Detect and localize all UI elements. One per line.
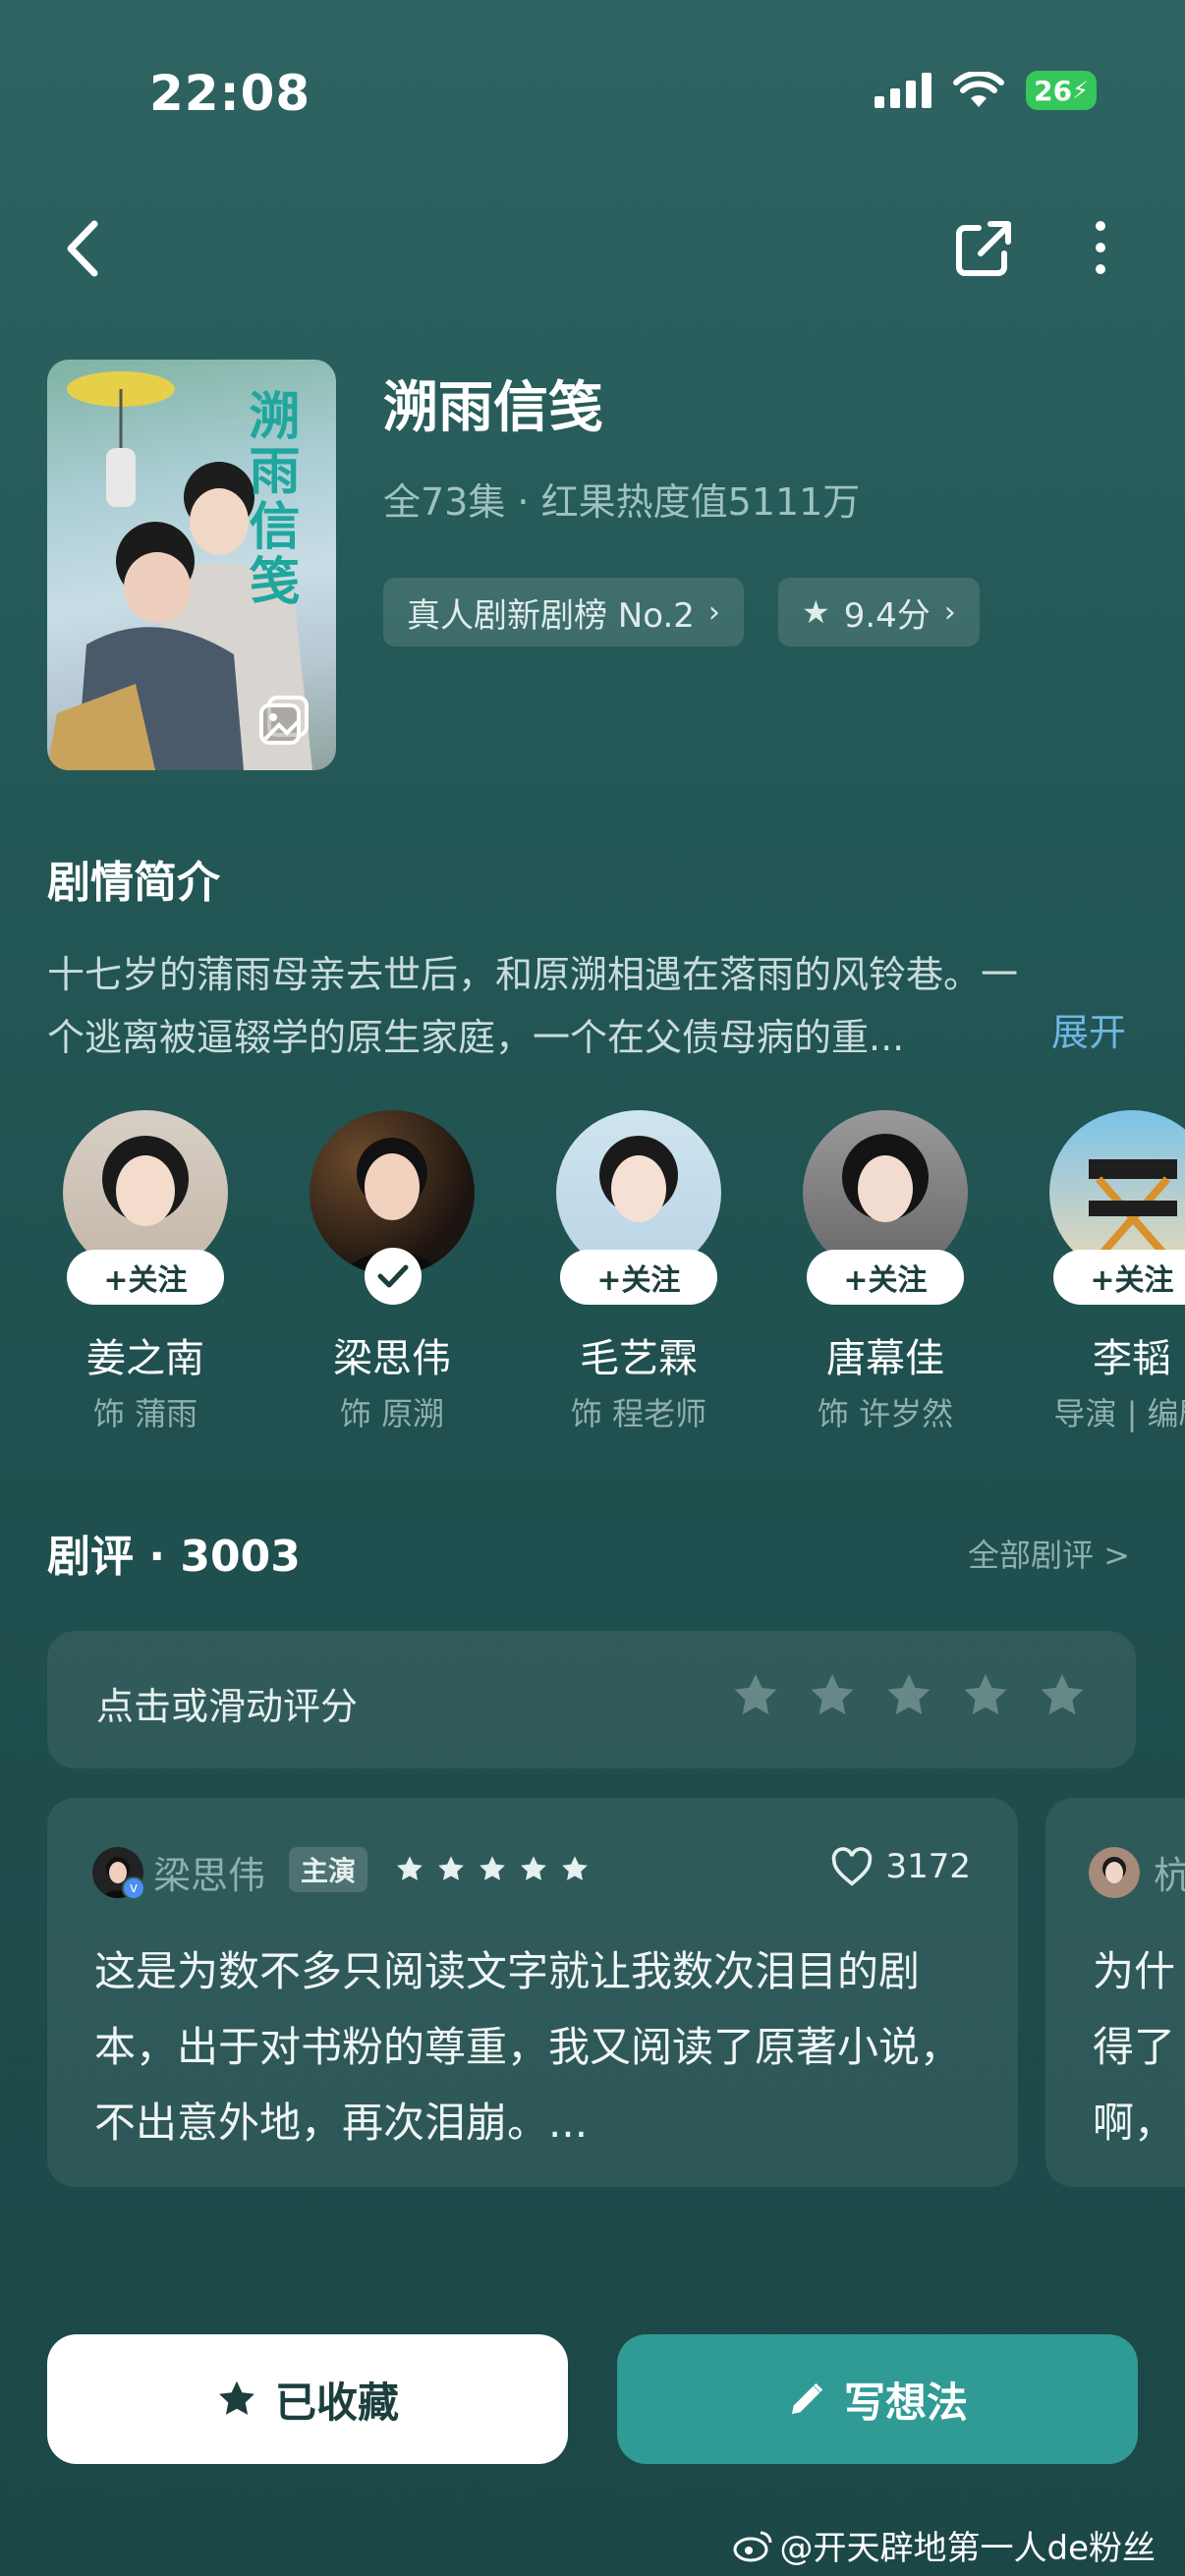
star-icon: [521, 1856, 546, 1880]
score-chip[interactable]: ★ 9.4分 ›: [778, 578, 980, 646]
more-icon[interactable]: [1091, 216, 1110, 279]
like-count: 3172: [885, 1847, 971, 1886]
star-icon: [480, 1856, 505, 1880]
weibo-watermark: @开天辟地第一人de粉丝: [733, 2521, 1157, 2569]
review-rating: [395, 1855, 590, 1883]
pencil-icon: [791, 2382, 823, 2414]
review-card[interactable]: 杭 为什 得了 啊，: [1045, 1798, 1185, 2187]
drama-title: 溯雨信笺: [383, 376, 603, 440]
drama-meta: 全73集 · 红果热度值5111万: [383, 480, 861, 524]
star-icon[interactable]: [731, 1672, 780, 1719]
star-icon[interactable]: [961, 1672, 1010, 1719]
collected-button[interactable]: 已收藏: [47, 2334, 568, 2464]
chevron-right-icon: ›: [943, 594, 956, 630]
cast-role: 饰 原溯: [339, 1395, 445, 1432]
rank-chip-label: 真人剧新剧榜 No.2: [407, 595, 695, 636]
review-text: 这是为数不多只阅读文字就让我数次泪目的剧本，出于对书粉的尊重，我又阅读了原著小说…: [94, 1947, 962, 2147]
synopsis-text: 十七岁的蒲雨母亲去世后，和原溯相遇在落雨的风铃巷。一个逃离被逼辍学的原生家庭，一…: [47, 953, 1019, 1059]
star-icon[interactable]: [808, 1672, 857, 1719]
write-thought-label: 写想法: [843, 2378, 968, 2427]
gallery-icon[interactable]: [257, 694, 310, 747]
follow-button[interactable]: +关注: [67, 1250, 224, 1305]
reviewer-name[interactable]: 杭: [1154, 1845, 1185, 1899]
weibo-icon: [733, 2531, 771, 2561]
reviewer-avatar[interactable]: [1089, 1847, 1140, 1898]
verified-icon: v: [122, 1876, 145, 1900]
cast-name: 李韬: [1093, 1336, 1171, 1381]
reviewer-name[interactable]: 梁思伟: [153, 1845, 265, 1899]
rating-stars[interactable]: [731, 1672, 1087, 1719]
score-chip-label: 9.4分: [843, 595, 931, 636]
reviewer-role-tag: 主演: [289, 1847, 368, 1892]
followed-check-icon[interactable]: [365, 1248, 422, 1305]
cast-name: 毛艺霖: [580, 1336, 698, 1381]
star-icon: [397, 1856, 423, 1880]
cast-list: +关注 姜之南 饰 蒲雨 梁思伟 饰 原溯 +关注 毛艺霖 饰 程老师 +关注 …: [47, 1110, 1185, 1444]
like-button[interactable]: 3172: [830, 1847, 971, 1886]
battery-indicator: 26 ⚡: [1026, 71, 1097, 110]
charging-icon: ⚡: [1072, 77, 1089, 104]
star-icon: ★: [802, 593, 830, 631]
wifi-icon: [953, 72, 1005, 107]
review-text: 为什 得了 啊，: [1093, 1947, 1176, 2147]
cast-name: 姜之南: [86, 1336, 204, 1381]
star-icon: [219, 2380, 254, 2415]
cast-role: 饰 程老师: [570, 1395, 707, 1432]
cast-role: 饰 许岁然: [817, 1395, 954, 1432]
follow-button[interactable]: +关注: [560, 1250, 717, 1305]
cast-name: 唐幕佳: [826, 1336, 944, 1381]
follow-button[interactable]: +关注: [807, 1250, 964, 1305]
write-thought-button[interactable]: 写想法: [617, 2334, 1138, 2464]
follow-button[interactable]: +关注: [1053, 1250, 1185, 1305]
collected-label: 已收藏: [274, 2378, 399, 2427]
heart-icon: [832, 1847, 873, 1886]
review-card[interactable]: v 梁思伟 主演 3172 这是为数不多只阅读文字就让我数次泪目的剧本，出于对书…: [47, 1798, 1018, 2187]
battery-level: 26: [1034, 74, 1073, 107]
drama-poster[interactable]: 溯雨信笺: [47, 360, 336, 770]
cast-name: 梁思伟: [333, 1336, 451, 1381]
expand-link[interactable]: 展开: [1051, 1002, 1126, 1056]
status-icons: 26 ⚡: [875, 71, 1097, 110]
reviews-title: 剧评 · 3003: [47, 1532, 301, 1582]
star-icon[interactable]: [884, 1672, 933, 1719]
star-icon: [562, 1856, 588, 1880]
back-icon[interactable]: [55, 214, 114, 283]
chevron-right-icon: ›: [707, 594, 720, 630]
rank-chip[interactable]: 真人剧新剧榜 No.2 ›: [383, 578, 744, 646]
signal-icon: [875, 73, 932, 108]
synopsis-title: 剧情简介: [47, 858, 220, 908]
share-icon[interactable]: [955, 216, 1014, 279]
star-icon[interactable]: [1038, 1672, 1087, 1719]
status-time: 22:08: [149, 65, 311, 122]
rating-prompt: 点击或滑动评分: [96, 1685, 359, 1728]
rating-box[interactable]: 点击或滑动评分: [47, 1631, 1136, 1768]
cast-role: 导演 | 编剧: [1053, 1395, 1185, 1432]
all-reviews-link[interactable]: 全部剧评 >: [968, 1531, 1130, 1576]
poster-title: 溯雨信笺: [240, 389, 300, 609]
cast-role: 饰 蒲雨: [92, 1395, 198, 1432]
watermark-text: @开天辟地第一人de粉丝: [779, 2529, 1157, 2568]
star-icon: [438, 1856, 464, 1880]
